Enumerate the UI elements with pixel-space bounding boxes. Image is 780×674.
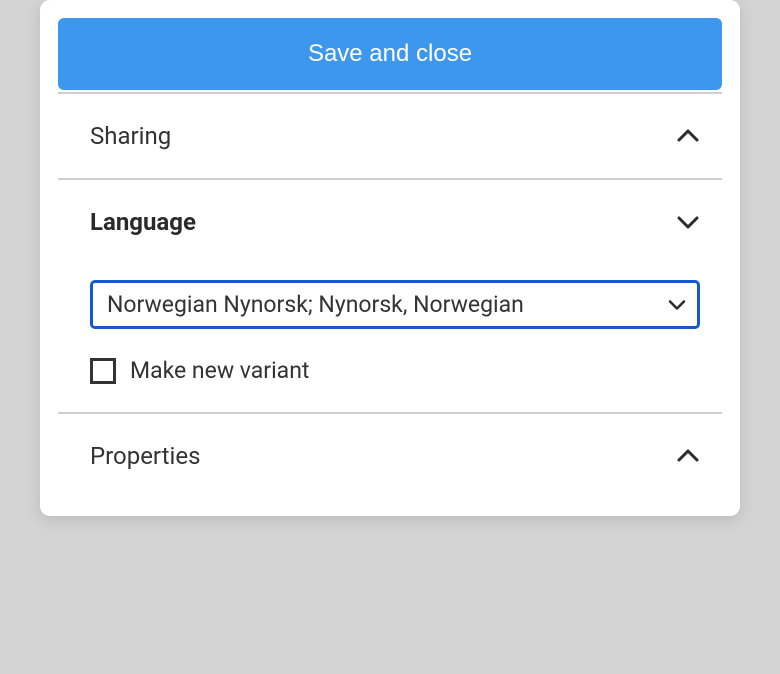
chevron-up-icon [676,444,700,468]
language-section: Language Norwegian Nynorsk; Nynorsk, Nor… [58,180,722,412]
language-select-wrapper: Norwegian Nynorsk; Nynorsk, Norwegian [90,280,700,329]
properties-title: Properties [90,442,200,470]
sharing-title: Sharing [90,122,171,150]
chevron-down-icon [676,210,700,234]
sharing-section: Sharing [58,94,722,178]
save-and-close-button[interactable]: Save and close [58,18,722,90]
chevron-up-icon [676,124,700,148]
language-section-header[interactable]: Language [90,208,700,236]
make-variant-label: Make new variant [130,357,309,384]
save-button-label: Save and close [308,40,472,68]
language-title: Language [90,208,196,236]
language-select[interactable]: Norwegian Nynorsk; Nynorsk, Norwegian [90,280,700,329]
properties-section-header[interactable]: Properties [90,442,700,470]
properties-section: Properties [58,414,722,498]
language-section-body: Norwegian Nynorsk; Nynorsk, Norwegian Ma… [90,236,700,384]
sharing-section-header[interactable]: Sharing [90,122,700,150]
make-variant-row: Make new variant [90,357,700,384]
settings-panel: Save and close Sharing Language Norwegia… [40,0,740,516]
make-variant-checkbox[interactable] [90,358,116,384]
